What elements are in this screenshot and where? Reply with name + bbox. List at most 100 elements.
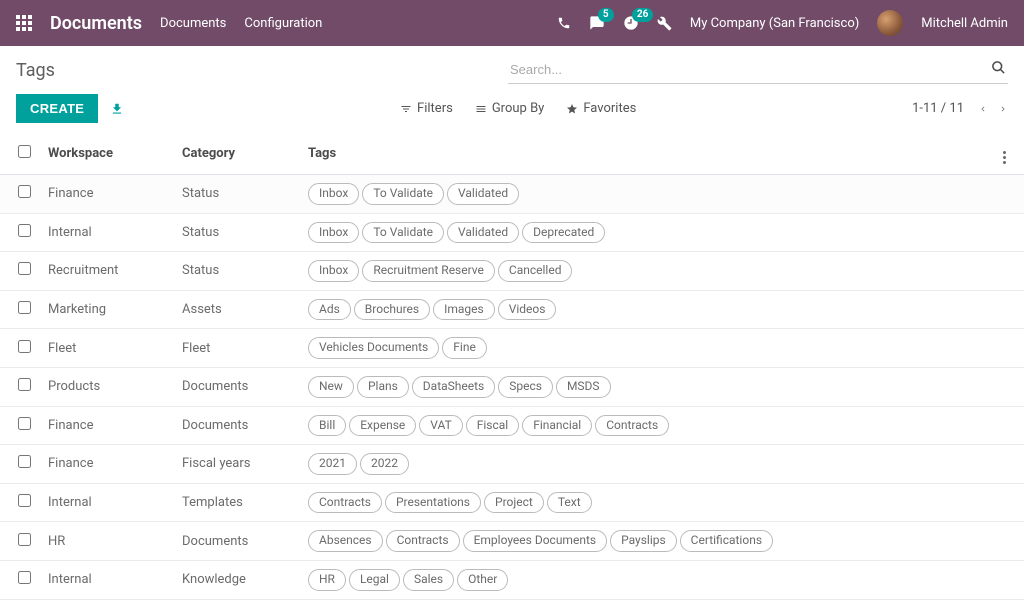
select-all-checkbox[interactable] xyxy=(18,145,31,158)
table-row[interactable]: FinanceStatusInboxTo ValidateValidated xyxy=(0,175,1024,214)
row-checkbox[interactable] xyxy=(18,262,31,275)
tag-pill[interactable]: Contracts xyxy=(308,492,382,514)
activities-icon[interactable]: 26 xyxy=(623,15,639,31)
tag-pill[interactable]: Deprecated xyxy=(522,222,605,244)
tag-pill[interactable]: New xyxy=(308,376,354,398)
filters-button[interactable]: Filters xyxy=(400,101,453,116)
debug-icon[interactable] xyxy=(657,16,672,31)
cell-tags: InboxTo ValidateValidatedDeprecated xyxy=(300,213,1024,252)
col-category[interactable]: Category xyxy=(174,133,300,175)
tag-pill[interactable]: Certifications xyxy=(680,530,773,552)
tag-pill[interactable]: Inbox xyxy=(308,183,359,205)
table-row[interactable]: FinanceDocumentsBillExpenseVATFiscalFina… xyxy=(0,406,1024,445)
tag-pill[interactable]: Vehicles Documents xyxy=(308,337,439,359)
col-workspace[interactable]: Workspace xyxy=(40,133,174,175)
phone-icon[interactable] xyxy=(557,16,571,30)
tag-pill[interactable]: Sales xyxy=(403,569,454,591)
tag-pill[interactable]: Financial xyxy=(522,415,592,437)
tag-pill[interactable]: Videos xyxy=(498,299,557,321)
tag-pill[interactable]: Recruitment Reserve xyxy=(362,260,495,282)
table-row[interactable]: ProductsDocumentsNewPlansDataSheetsSpecs… xyxy=(0,367,1024,406)
tag-pill[interactable]: DataSheets xyxy=(412,376,495,398)
tag-pill[interactable]: Bill xyxy=(308,415,346,437)
tag-pill[interactable]: Images xyxy=(433,299,495,321)
table-row[interactable]: FinanceFiscal years20212022 xyxy=(0,445,1024,484)
tag-pill[interactable]: MSDS xyxy=(556,376,611,398)
tag-pill[interactable]: 2022 xyxy=(360,453,409,475)
table-row[interactable]: HRDocumentsAbsencesContractsEmployees Do… xyxy=(0,522,1024,561)
table-row[interactable]: FleetFleetVehicles DocumentsFine xyxy=(0,329,1024,368)
tag-pill[interactable]: Other xyxy=(457,569,508,591)
tag-pill[interactable]: Plans xyxy=(357,376,409,398)
tag-pill[interactable]: HR xyxy=(308,569,346,591)
tag-pill[interactable]: Payslips xyxy=(610,530,677,552)
cell-category: Knowledge xyxy=(174,560,300,599)
row-checkbox[interactable] xyxy=(18,571,31,584)
table-row[interactable]: RecruitmentStatusInboxRecruitment Reserv… xyxy=(0,252,1024,291)
pager-prev-icon[interactable] xyxy=(978,102,988,116)
create-button[interactable]: CREATE xyxy=(16,94,98,123)
pager[interactable]: 1-11 / 11 xyxy=(912,101,964,116)
tags-table: Workspace Category Tags FinanceStatusInb… xyxy=(0,133,1024,600)
nav-link-configuration[interactable]: Configuration xyxy=(244,16,322,31)
columns-menu-icon[interactable] xyxy=(1003,151,1016,164)
tag-pill[interactable]: Fine xyxy=(442,337,487,359)
tag-pill[interactable]: VAT xyxy=(419,415,462,437)
pager-next-icon[interactable] xyxy=(998,102,1008,116)
username[interactable]: Mitchell Admin xyxy=(921,16,1008,31)
row-checkbox[interactable] xyxy=(18,417,31,430)
tag-pill[interactable]: Brochures xyxy=(354,299,430,321)
brand: Documents xyxy=(50,13,142,34)
tag-pill[interactable]: Contracts xyxy=(595,415,669,437)
row-checkbox[interactable] xyxy=(18,301,31,314)
nav-link-documents[interactable]: Documents xyxy=(160,16,226,31)
tag-pill[interactable]: Employees Documents xyxy=(463,530,608,552)
table-row[interactable]: InternalStatusInboxTo ValidateValidatedD… xyxy=(0,213,1024,252)
col-tags[interactable]: Tags xyxy=(300,133,994,175)
table-row[interactable]: InternalKnowledgeHRLegalSalesOther xyxy=(0,560,1024,599)
cell-category: Documents xyxy=(174,522,300,561)
tag-pill[interactable]: To Validate xyxy=(362,222,444,244)
cell-workspace: Products xyxy=(40,367,174,406)
row-checkbox[interactable] xyxy=(18,224,31,237)
company-selector[interactable]: My Company (San Francisco) xyxy=(690,16,859,31)
tag-pill[interactable]: 2021 xyxy=(308,453,357,475)
cell-workspace: Internal xyxy=(40,213,174,252)
cell-tags: AbsencesContractsEmployees DocumentsPays… xyxy=(300,522,1024,561)
tag-pill[interactable]: To Validate xyxy=(362,183,444,205)
groupby-button[interactable]: Group By xyxy=(475,101,545,116)
tag-pill[interactable]: Specs xyxy=(498,376,553,398)
tag-pill[interactable]: Validated xyxy=(447,183,519,205)
cell-workspace: Recruitment xyxy=(40,252,174,291)
tag-pill[interactable]: Inbox xyxy=(308,222,359,244)
filters-label: Filters xyxy=(417,101,453,116)
tag-pill[interactable]: Fiscal xyxy=(466,415,519,437)
tag-pill[interactable]: Ads xyxy=(308,299,351,321)
favorites-button[interactable]: Favorites xyxy=(566,101,636,116)
row-checkbox[interactable] xyxy=(18,340,31,353)
table-row[interactable]: MarketingAssetsAdsBrochuresImagesVideos xyxy=(0,290,1024,329)
messages-badge: 5 xyxy=(598,8,614,22)
messages-icon[interactable]: 5 xyxy=(589,15,605,31)
search-input[interactable] xyxy=(508,56,1008,84)
tag-pill[interactable]: Cancelled xyxy=(498,260,573,282)
tag-pill[interactable]: Legal xyxy=(349,569,400,591)
row-checkbox[interactable] xyxy=(18,455,31,468)
tag-pill[interactable]: Absences xyxy=(308,530,383,552)
tag-pill[interactable]: Presentations xyxy=(385,492,481,514)
row-checkbox[interactable] xyxy=(18,533,31,546)
apps-icon[interactable] xyxy=(16,15,32,31)
table-row[interactable]: InternalTemplatesContractsPresentationsP… xyxy=(0,483,1024,522)
row-checkbox[interactable] xyxy=(18,494,31,507)
search-icon[interactable] xyxy=(991,60,1006,75)
row-checkbox[interactable] xyxy=(18,185,31,198)
import-icon[interactable] xyxy=(110,102,124,116)
tag-pill[interactable]: Text xyxy=(547,492,592,514)
tag-pill[interactable]: Inbox xyxy=(308,260,359,282)
tag-pill[interactable]: Contracts xyxy=(386,530,460,552)
tag-pill[interactable]: Project xyxy=(484,492,544,514)
tag-pill[interactable]: Expense xyxy=(349,415,416,437)
avatar[interactable] xyxy=(877,10,903,36)
row-checkbox[interactable] xyxy=(18,378,31,391)
tag-pill[interactable]: Validated xyxy=(447,222,519,244)
